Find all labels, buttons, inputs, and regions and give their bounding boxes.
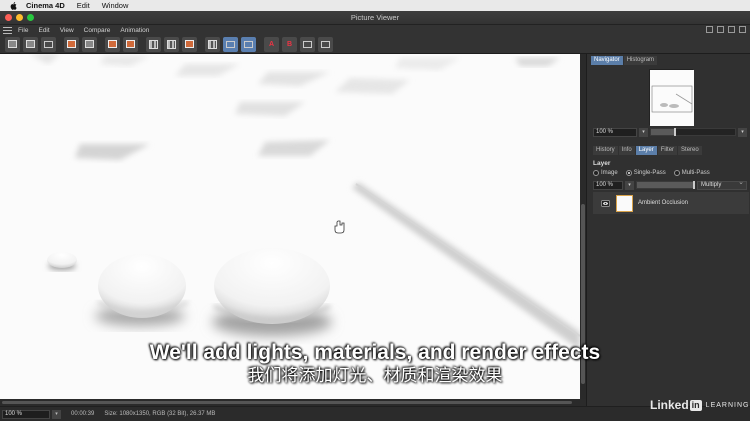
menu-file[interactable]: File [18,27,28,34]
watermark-suffix: LEARNING [705,401,750,409]
swap-icon[interactable] [223,36,238,52]
move-icon[interactable] [728,26,735,33]
camera-icon[interactable] [82,36,97,52]
layer-opacity-row: 100 % ▾ Multiply [593,179,747,190]
viewport-horizontal-scrollbar[interactable] [0,399,580,406]
navigator-zoom-row: 100 % ▾ ▾ [593,127,747,137]
horizontal-scroll-thumb[interactable] [2,401,572,404]
navigator-thumbnail[interactable] [649,69,694,126]
navigator-zoom-slider[interactable] [650,128,736,136]
vertical-scroll-thumb[interactable] [581,204,585,384]
layer-section-title: Layer [593,160,611,167]
render-viewport[interactable] [0,54,580,399]
split-icon[interactable] [205,36,220,52]
status-bar: 100 % ▾ 00:00:39 Size: 1080x1350, RGB (3… [0,406,750,421]
ambient-occlusion-render [0,54,580,399]
hamburger-menu-icon[interactable] [3,26,12,34]
layer-name: Ambient Occlusion [638,200,689,206]
layer-list-item[interactable]: Ambient Occlusion [593,192,749,214]
layer-thumbnail [616,194,633,212]
visibility-eye-icon[interactable] [601,199,610,208]
tab-stereo[interactable]: Stereo [678,146,702,155]
menu-compare[interactable]: Compare [84,27,111,34]
radio-single-pass[interactable]: Single-Pass [625,170,666,176]
tab-info[interactable]: Info [618,146,635,155]
mac-menu-app[interactable]: Cinema 4D [26,1,65,10]
image-info: Size: 1080x1350, RGB (32 Bit), 26.37 MB [104,411,216,417]
panel-layout-icons [706,26,746,33]
stop-icon[interactable] [41,36,56,52]
mac-menu-edit[interactable]: Edit [77,1,90,10]
menu-animation[interactable]: Animation [120,27,149,34]
window-title: Picture Viewer [350,13,400,22]
bottom-tabs: History Info Layer Filter Stereo [593,146,702,155]
status-zoom-field[interactable]: 100 % [2,409,50,419]
save-icon[interactable] [23,36,38,52]
watermark-in-badge: in [689,399,702,411]
render-region-icon[interactable] [64,36,79,52]
menu-edit[interactable]: Edit [38,27,49,34]
mac-menu-window[interactable]: Window [102,1,129,10]
ab-compare-icon[interactable] [123,36,138,52]
channel-icon[interactable] [182,36,197,52]
radio-multi-pass[interactable]: Multi-Pass [673,170,710,176]
copy-icon[interactable] [105,36,120,52]
minimize-window-button[interactable] [16,14,23,21]
mac-menubar: Cinema 4D Edit Window [0,0,750,11]
expand-icon[interactable] [717,26,724,33]
viewer-toolbar: A B [0,35,750,54]
layout-icon[interactable] [706,26,713,33]
traffic-lights [5,14,34,21]
tab-history[interactable]: History [593,146,618,155]
layer-a-icon[interactable] [146,36,161,52]
tab-layer[interactable]: Layer [635,146,657,155]
color-a-icon[interactable]: A [264,36,279,52]
navigator-zoom-field[interactable]: 100 % [593,127,637,137]
menu-view[interactable]: View [60,27,74,34]
layer-section: Layer Image Single-Pass Multi-Pass 100 %… [593,160,747,190]
nav-icon[interactable] [318,36,333,52]
layer-opacity-slider[interactable] [636,181,695,189]
top-tabs: Navigator Histogram [587,54,750,65]
open-icon[interactable] [5,36,20,52]
layer-opacity-field[interactable]: 100 % [593,180,623,190]
render-time: 00:00:39 [71,411,95,417]
app-menubar: File Edit View Compare Animation [0,25,750,35]
viewer-side-panel: Navigator Histogram 100 % ▾ ▾ History In… [586,54,750,406]
grid-icon[interactable] [300,36,315,52]
apple-logo-icon[interactable] [8,1,18,11]
pin-icon[interactable] [739,26,746,33]
watermark-brand: Linked in [650,398,702,412]
window-titlebar: Picture Viewer [0,11,750,25]
layer-mode-radios: Image Single-Pass Multi-Pass [593,170,747,176]
blend-mode-select[interactable]: Multiply [697,179,747,190]
navigator-zoom-dropdown-icon[interactable]: ▾ [639,127,648,137]
tab-filter[interactable]: Filter [657,146,678,155]
linkedin-learning-watermark: Linked in LEARNING [650,398,749,412]
tab-navigator[interactable]: Navigator [591,56,623,65]
status-zoom-dropdown-icon[interactable]: ▾ [52,409,61,419]
layer-opacity-dropdown-icon[interactable]: ▾ [625,180,634,190]
color-b-icon[interactable]: B [282,36,297,52]
navigator-menu-icon[interactable]: ▾ [738,127,747,137]
tab-histogram[interactable]: Histogram [623,56,658,65]
close-window-button[interactable] [5,14,12,21]
flip-icon[interactable] [241,36,256,52]
radio-image[interactable]: Image [593,170,618,176]
maximize-window-button[interactable] [27,14,34,21]
layer-b-icon[interactable] [164,36,179,52]
